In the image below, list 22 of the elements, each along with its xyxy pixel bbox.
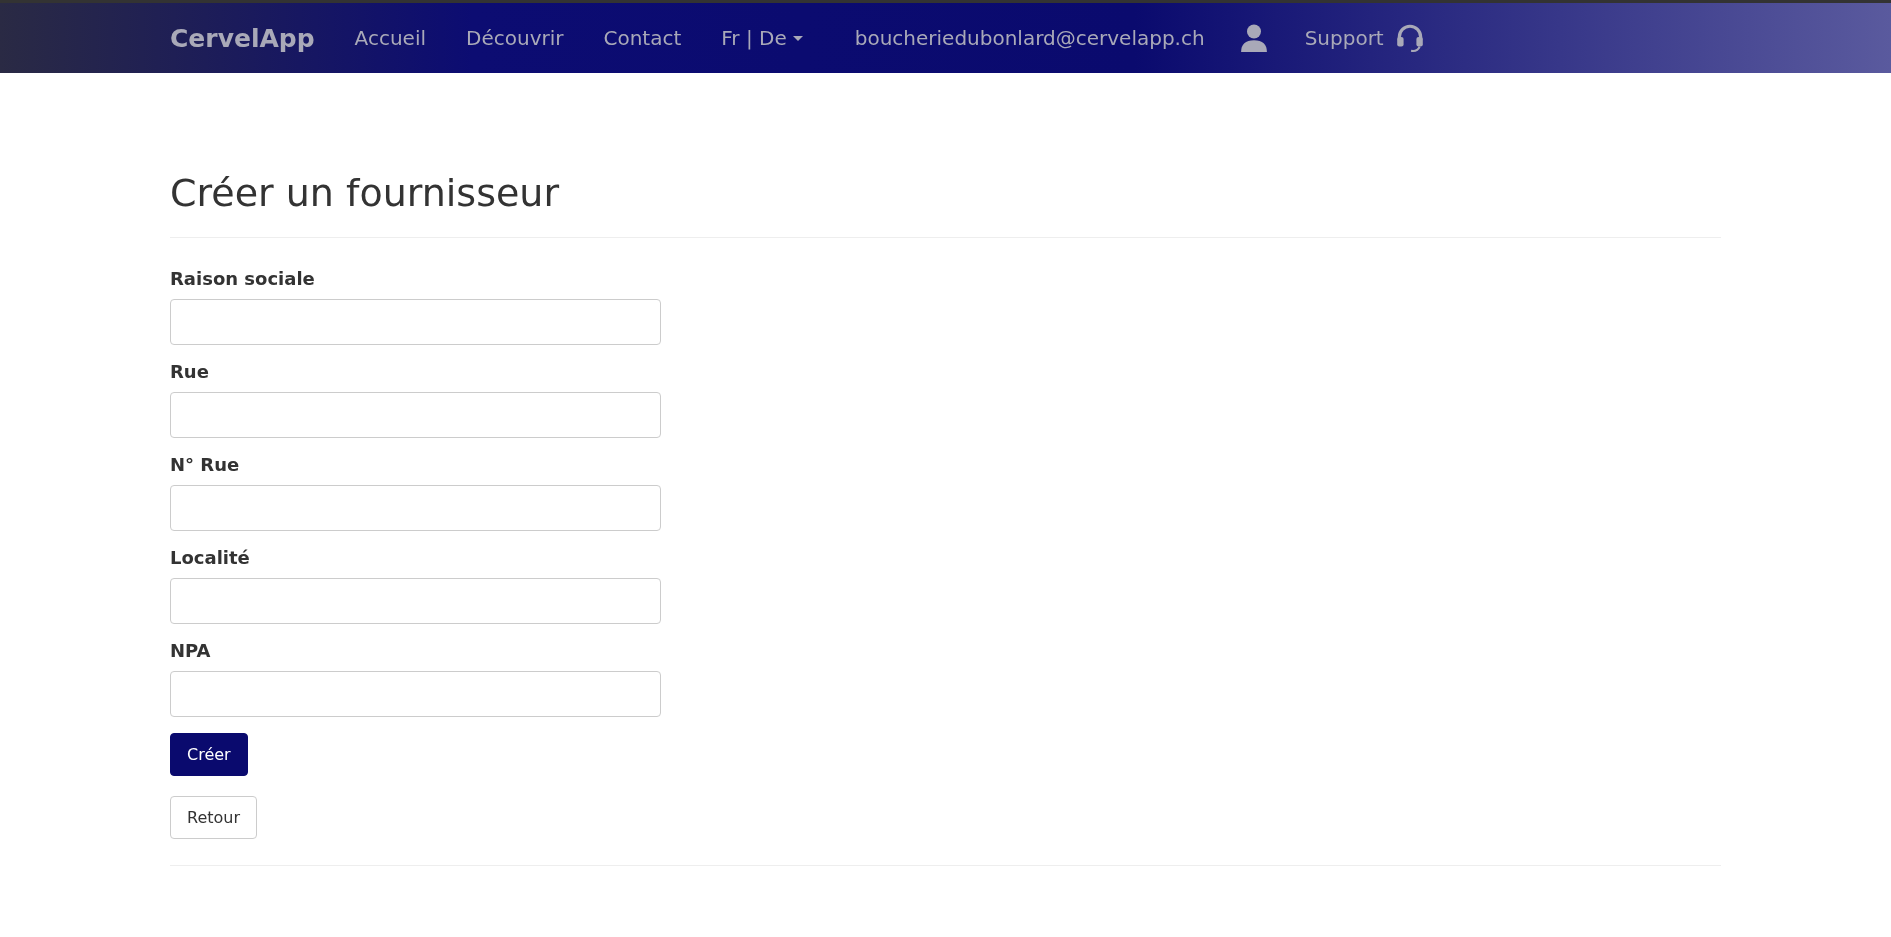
page-title: Créer un fournisseur [170,171,561,215]
field-label: Localité [170,547,251,568]
brand-link[interactable]: CervelApp [170,23,315,53]
caret-icon [792,35,803,41]
nav-link[interactable]: Contact [603,26,682,50]
nav-link[interactable]: Découvrir [466,26,564,50]
support-link[interactable]: Support [1304,26,1384,50]
field-label: N° Rue [170,454,241,475]
field-label: Raison sociale [170,268,316,289]
field-label: NPA [170,640,212,661]
create-button[interactable]: Créer [170,733,248,776]
field-label: Rue [170,361,210,382]
input-field[interactable] [170,578,661,624]
input-field[interactable] [170,299,661,345]
input-field[interactable] [170,392,661,438]
user-icon[interactable] [1240,24,1267,52]
input-field[interactable] [170,485,661,531]
language-dropdown[interactable]: Fr | De [721,26,803,50]
back-button[interactable]: Retour [170,796,258,839]
nav-link[interactable]: Accueil [354,26,426,50]
account-email-link[interactable]: boucheriedubonlard@cervelapp.ch [854,26,1205,50]
input-field[interactable] [170,671,661,717]
